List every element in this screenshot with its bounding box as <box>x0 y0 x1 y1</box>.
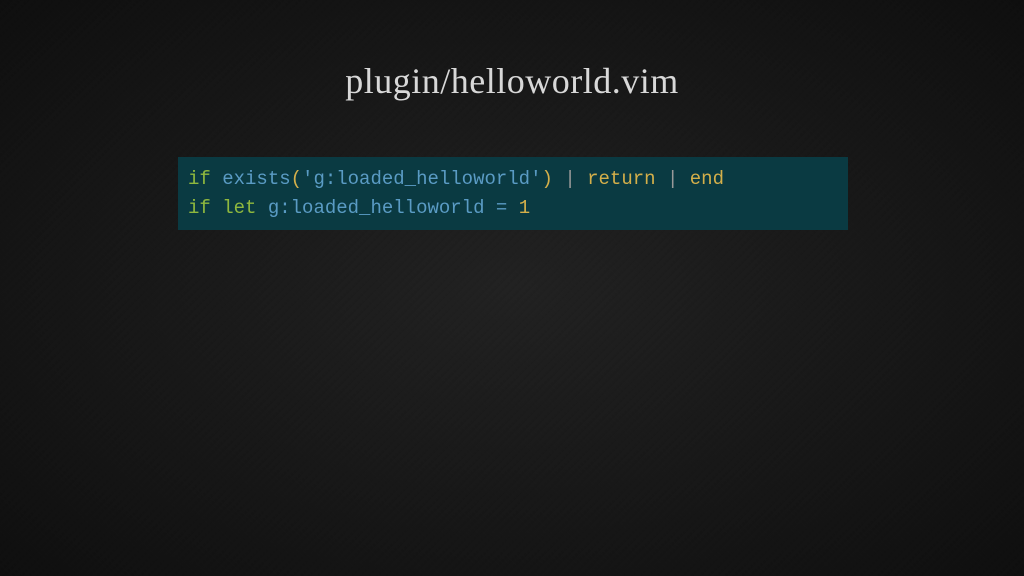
code-number: 1 <box>519 197 530 219</box>
code-keyword-if: if <box>188 168 211 190</box>
code-keyword-let: let <box>222 197 256 219</box>
code-paren-open: ( <box>291 168 302 190</box>
code-keyword-if: if <box>188 197 211 219</box>
code-function-exists: exists <box>222 168 290 190</box>
code-keyword-return: return <box>587 168 655 190</box>
code-paren-close: ) <box>542 168 553 190</box>
code-pipe: | <box>667 168 678 190</box>
slide-title: plugin/helloworld.vim <box>0 60 1024 102</box>
code-string: 'g:loaded_helloworld' <box>302 168 541 190</box>
code-identifier: g:loaded_helloworld <box>268 197 485 219</box>
code-operator-eq: = <box>496 197 507 219</box>
code-pipe: | <box>564 168 575 190</box>
code-keyword-end: end <box>690 168 724 190</box>
code-block: if exists('g:loaded_helloworld') | retur… <box>178 157 848 230</box>
